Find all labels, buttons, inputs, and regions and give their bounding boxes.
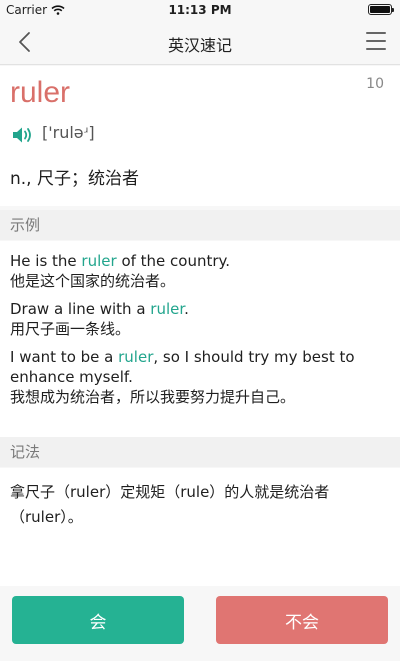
word-count-badge: 10	[366, 76, 384, 92]
examples-list: He is the ruler of the country. 他是这个国家的统…	[0, 241, 400, 437]
example-english: I want to be a ruler, so I should try my…	[10, 348, 355, 386]
page-title: 英汉速记	[167, 36, 232, 55]
example-item: Draw a line with a ruler. 用尺子画一条线。	[10, 299, 390, 339]
example-chinese: 他是这个国家的统治者。	[10, 272, 176, 290]
highlighted-word: ruler	[81, 252, 117, 270]
highlighted-word: ruler	[118, 348, 154, 366]
example-item: I want to be a ruler, so I should try my…	[10, 347, 390, 407]
word-meaning: n., 尺子；统治者	[10, 169, 139, 189]
word-title: ruler	[10, 76, 71, 109]
speaker-icon[interactable]	[12, 126, 34, 144]
example-english: Draw a line with a ruler.	[10, 300, 189, 318]
dont-know-button[interactable]: 不会	[216, 596, 388, 644]
example-chinese: 用尺子画一条线。	[10, 320, 131, 338]
memo-header: 记法	[0, 437, 400, 467]
status-time: 11:13 PM	[168, 3, 232, 17]
example-english: He is the ruler of the country.	[10, 252, 231, 270]
memo-text: 拿尺子（ruler）定规矩（rule）的人就是统治者（ruler）。	[0, 468, 400, 586]
hamburger-menu-icon[interactable]	[366, 32, 386, 50]
word-card: ruler 10 ['ruləʴ] n., 尺子；统治者	[0, 66, 400, 206]
example-chinese: 我想成为统治者，所以我要努力提升自己。	[10, 388, 296, 406]
phonetic-text: ['ruləʴ]	[42, 123, 95, 142]
examples-header: 示例	[0, 210, 400, 240]
know-button[interactable]: 会	[12, 596, 184, 644]
example-item: He is the ruler of the country. 他是这个国家的统…	[10, 251, 390, 291]
highlighted-word: ruler	[150, 300, 185, 318]
status-bar: Carrier 11:13 PM	[0, 0, 400, 20]
navigation-bar: 英汉速记	[0, 20, 400, 65]
battery-icon	[368, 4, 394, 15]
